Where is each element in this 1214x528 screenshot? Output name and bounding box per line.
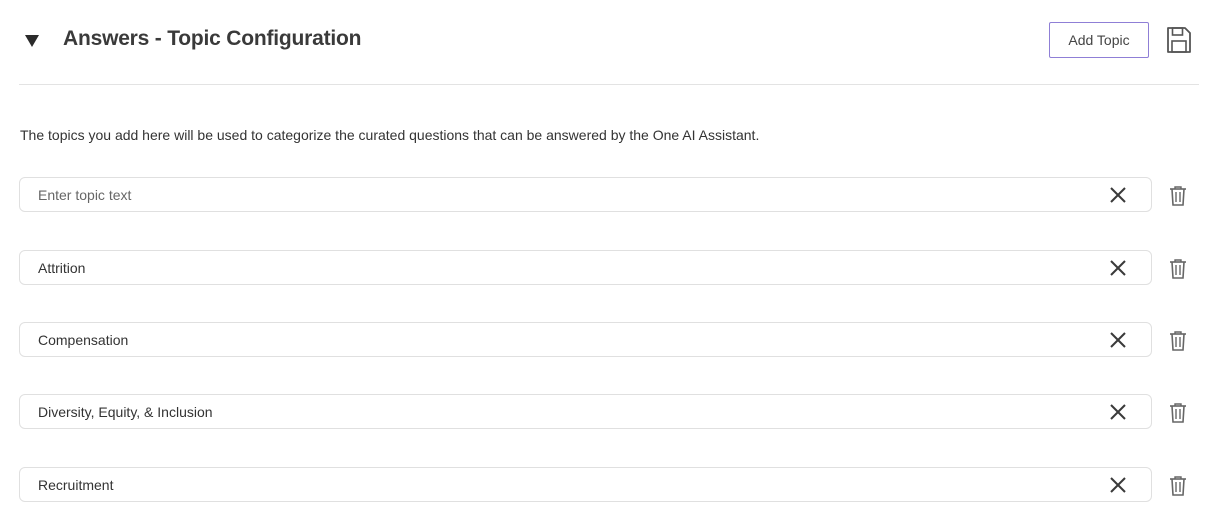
topic-row [0,250,1214,286]
topic-row [0,177,1214,213]
topic-row [0,467,1214,503]
topic-input[interactable] [38,178,1098,211]
topic-input[interactable] [38,251,1098,284]
close-icon[interactable] [1108,330,1128,350]
section-description: The topics you add here will be used to … [20,127,760,143]
close-icon[interactable] [1108,402,1128,422]
topic-field [19,467,1152,502]
topic-field [19,250,1152,285]
section-header: Answers - Topic Configuration Add Topic [0,0,1214,85]
close-icon[interactable] [1108,258,1128,278]
topic-input[interactable] [38,323,1098,356]
topic-field [19,322,1152,357]
trash-icon[interactable] [1168,402,1188,424]
header-divider [19,84,1199,85]
topic-input[interactable] [38,468,1098,501]
collapse-toggle-icon[interactable] [22,32,42,50]
topic-row [0,322,1214,358]
topic-field [19,177,1152,212]
close-icon[interactable] [1108,185,1128,205]
trash-icon[interactable] [1168,475,1188,497]
topic-field [19,394,1152,429]
save-icon[interactable] [1166,26,1192,54]
trash-icon[interactable] [1168,330,1188,352]
topic-row [0,394,1214,430]
trash-icon[interactable] [1168,185,1188,207]
trash-icon[interactable] [1168,258,1188,280]
page-title: Answers - Topic Configuration [63,27,362,50]
topic-input[interactable] [38,395,1098,428]
close-icon[interactable] [1108,475,1128,495]
add-topic-button[interactable]: Add Topic [1049,22,1149,58]
